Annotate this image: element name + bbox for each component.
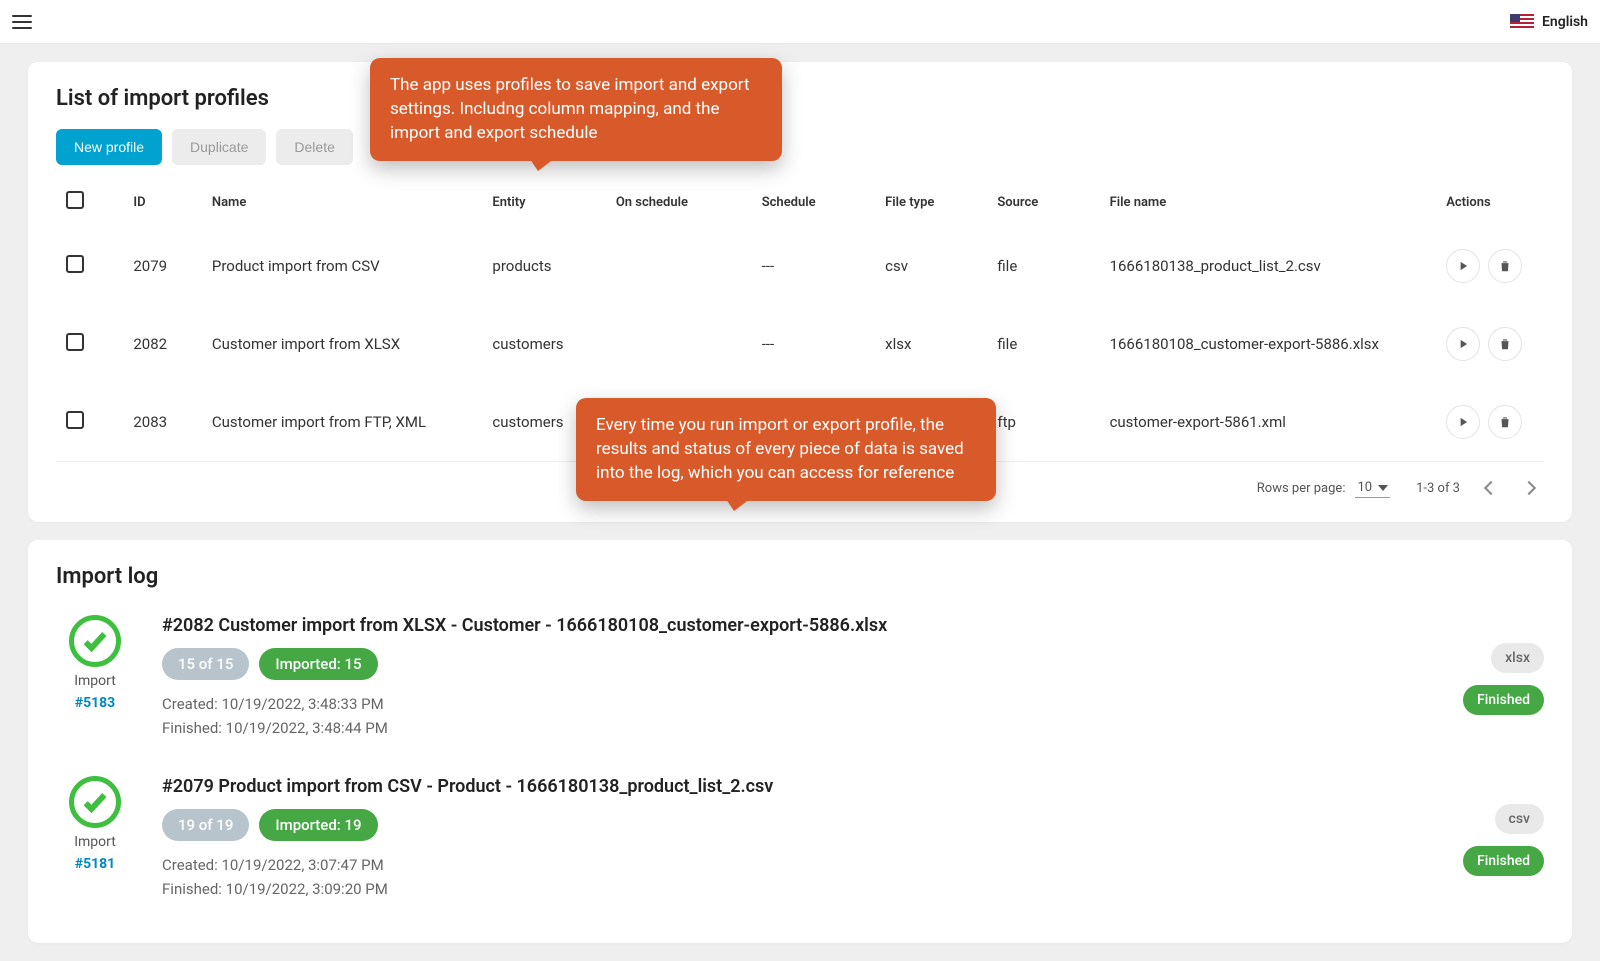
col-on-schedule: On schedule [606,179,752,227]
profiles-title: List of import profiles [56,86,1544,111]
delete-button[interactable]: Delete [276,129,352,165]
cell-source: file [987,305,1099,383]
row-checkbox[interactable] [66,333,84,351]
cell-entity: customers [482,305,605,383]
log-finished: Finished: 10/19/2022, 3:09:20 PM [162,877,773,901]
row-checkbox[interactable] [66,411,84,429]
profiles-button-row: New profile Duplicate Delete [56,129,1544,165]
cell-file-name: customer-export-5861.xml [1100,383,1437,461]
log-title: Import log [56,564,1544,589]
cell-entity: products [482,227,605,305]
rows-range: 1-3 of 3 [1416,481,1460,496]
callout-profiles-text: The app uses profiles to save import and… [390,75,750,143]
select-all-checkbox[interactable] [66,191,84,209]
cell-source: ftp [987,383,1099,461]
imported-pill: Imported: 15 [259,648,377,680]
status-badge: Finished [1463,685,1544,715]
prev-page-button[interactable] [1484,481,1498,495]
run-button[interactable] [1446,249,1480,283]
format-badge: csv [1495,804,1544,834]
rows-per-page-label: Rows per page: [1257,481,1346,496]
cell-source: file [987,227,1099,305]
cell-name: Customer import from FTP, XML [202,383,483,461]
row-checkbox[interactable] [66,255,84,273]
top-bar: English [0,0,1600,44]
cell-schedule: --- [752,305,875,383]
format-badge: xlsx [1491,643,1544,673]
language-switcher[interactable]: English [1510,14,1588,30]
success-icon [69,615,121,667]
delete-row-button[interactable] [1488,327,1522,361]
cell-file-name: 1666180138_product_list_2.csv [1100,227,1437,305]
dropdown-icon [1378,485,1388,491]
log-card: Import log Import #5183 #2082 Customer i… [28,540,1572,943]
log-type-label: Import [74,673,116,689]
delete-row-button[interactable] [1488,249,1522,283]
log-id-link[interactable]: #5183 [75,695,115,711]
cell-file-type: xlsx [875,305,987,383]
cell-name: Customer import from XLSX [202,305,483,383]
cell-id: 2079 [123,227,202,305]
col-file-name: File name [1100,179,1437,227]
new-profile-button[interactable]: New profile [56,129,162,165]
col-schedule: Schedule [752,179,875,227]
col-actions: Actions [1436,179,1544,227]
duplicate-button[interactable]: Duplicate [172,129,266,165]
log-type-label: Import [74,834,116,850]
status-badge: Finished [1463,846,1544,876]
log-finished: Finished: 10/19/2022, 3:48:44 PM [162,716,887,740]
cell-name: Product import from CSV [202,227,483,305]
rows-per-page-select[interactable]: 10 [1355,478,1390,498]
log-created: Created: 10/19/2022, 3:48:33 PM [162,692,887,716]
next-page-button[interactable] [1522,481,1536,495]
callout-profiles: The app uses profiles to save import and… [370,58,782,161]
run-button[interactable] [1446,405,1480,439]
log-id-link[interactable]: #5181 [75,856,115,872]
us-flag-icon [1510,14,1534,30]
run-button[interactable] [1446,327,1480,361]
rows-per-page-value: 10 [1357,480,1372,495]
col-file-type: File type [875,179,987,227]
col-source: Source [987,179,1099,227]
log-item: Import #5181 #2079 Product import from C… [56,776,1544,901]
callout-log-text: Every time you run import or export prof… [596,415,964,483]
menu-icon[interactable] [12,10,36,34]
cell-file-type: csv [875,227,987,305]
col-id: ID [123,179,202,227]
cell-file-name: 1666180108_customer-export-5886.xlsx [1100,305,1437,383]
count-pill: 15 of 15 [162,648,249,680]
log-item-title: #2082 Customer import from XLSX - Custom… [162,615,887,636]
col-name: Name [202,179,483,227]
table-row[interactable]: 2079 Product import from CSV products --… [56,227,1544,305]
table-row[interactable]: 2082 Customer import from XLSX customers… [56,305,1544,383]
cell-id: 2083 [123,383,202,461]
cell-id: 2082 [123,305,202,383]
language-label: English [1542,14,1588,30]
delete-row-button[interactable] [1488,405,1522,439]
log-created: Created: 10/19/2022, 3:07:47 PM [162,853,773,877]
cell-schedule: --- [752,227,875,305]
imported-pill: Imported: 19 [259,809,377,841]
success-icon [69,776,121,828]
count-pill: 19 of 19 [162,809,249,841]
log-item-title: #2079 Product import from CSV - Product … [162,776,773,797]
callout-log: Every time you run import or export prof… [576,398,996,501]
log-item: Import #5183 #2082 Customer import from … [56,615,1544,740]
